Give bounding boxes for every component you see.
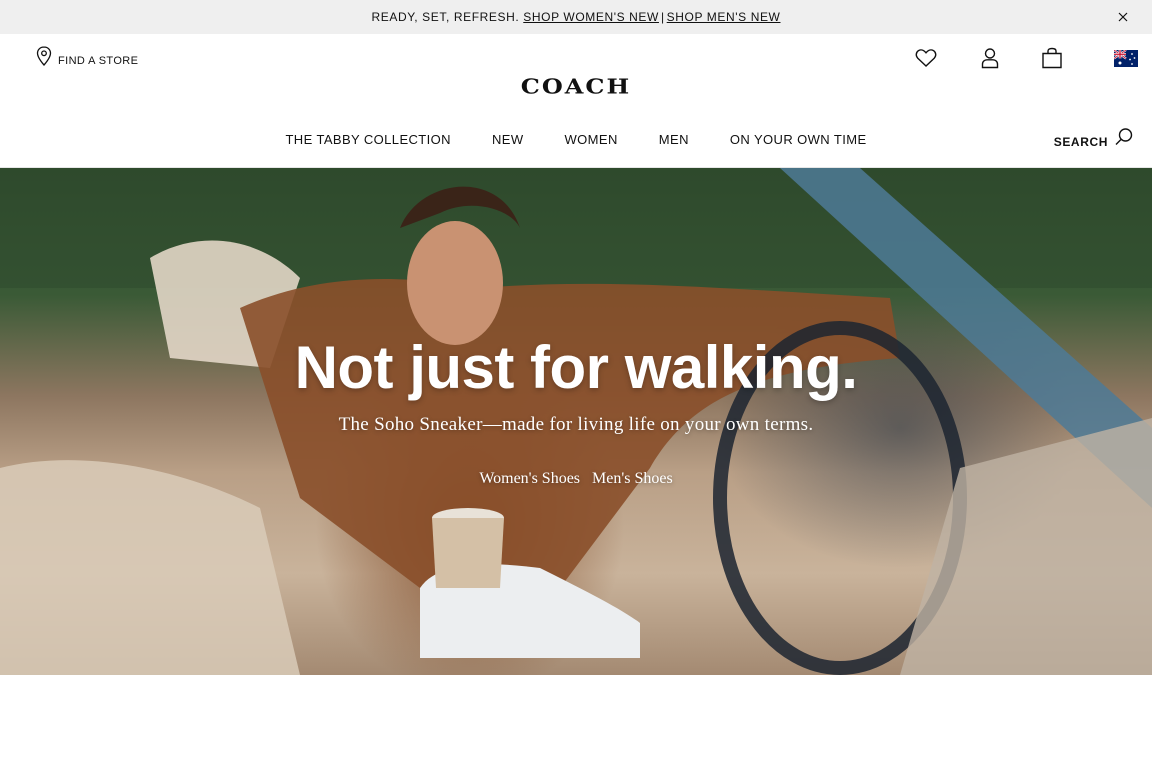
search-label: SEARCH xyxy=(1053,134,1108,149)
coach-logo[interactable]: COACH xyxy=(0,74,1152,99)
nav-item-on-your-own-time[interactable]: ON YOUR OWN TIME xyxy=(730,132,867,147)
mens-shoes-link[interactable]: Men's Shoes xyxy=(592,470,673,488)
nav-item-new[interactable]: NEW xyxy=(492,132,524,147)
close-icon[interactable] xyxy=(1114,8,1132,26)
announcement-bar: READY, SET, REFRESH. SHOP WOMEN'S NEW | … xyxy=(0,0,1152,34)
location-pin-icon xyxy=(36,46,52,71)
shop-mens-new-link[interactable]: SHOP MEN'S NEW xyxy=(667,10,781,24)
nav-item-women[interactable]: WOMEN xyxy=(565,132,618,147)
hero-links: Women's Shoes Men's Shoes xyxy=(0,470,1152,488)
find-a-store-label: FIND A STORE xyxy=(58,54,139,67)
site-header: FIND A STORE COACH THE TABBY COLLECTION … xyxy=(0,34,1152,168)
user-icon[interactable] xyxy=(978,46,1002,70)
header-utilities xyxy=(914,46,1138,70)
heart-icon[interactable] xyxy=(914,46,938,70)
search-icon xyxy=(1114,127,1134,152)
announcement-text: READY, SET, REFRESH. xyxy=(371,10,520,24)
nav-item-tabby-collection[interactable]: THE TABBY COLLECTION xyxy=(285,132,451,147)
shop-womens-new-link[interactable]: SHOP WOMEN'S NEW xyxy=(523,10,659,24)
find-a-store-link[interactable]: FIND A STORE xyxy=(36,46,138,71)
womens-shoes-link[interactable]: Women's Shoes xyxy=(479,470,580,488)
nav-item-men[interactable]: MEN xyxy=(659,132,689,147)
hero-banner[interactable]: Not just for walking. The Soho Sneaker—m… xyxy=(0,168,1152,675)
australia-flag-icon[interactable] xyxy=(1113,48,1138,67)
hero-subtitle: The Soho Sneaker—made for living life on… xyxy=(338,414,814,435)
search-button[interactable]: SEARCH xyxy=(1054,127,1134,152)
shopping-bag-icon[interactable] xyxy=(1040,46,1064,70)
main-navigation: THE TABBY COLLECTION NEW WOMEN MEN ON YO… xyxy=(0,132,1152,147)
hero-title: Not just for walking. xyxy=(294,334,858,401)
announcement-separator: | xyxy=(660,10,665,24)
